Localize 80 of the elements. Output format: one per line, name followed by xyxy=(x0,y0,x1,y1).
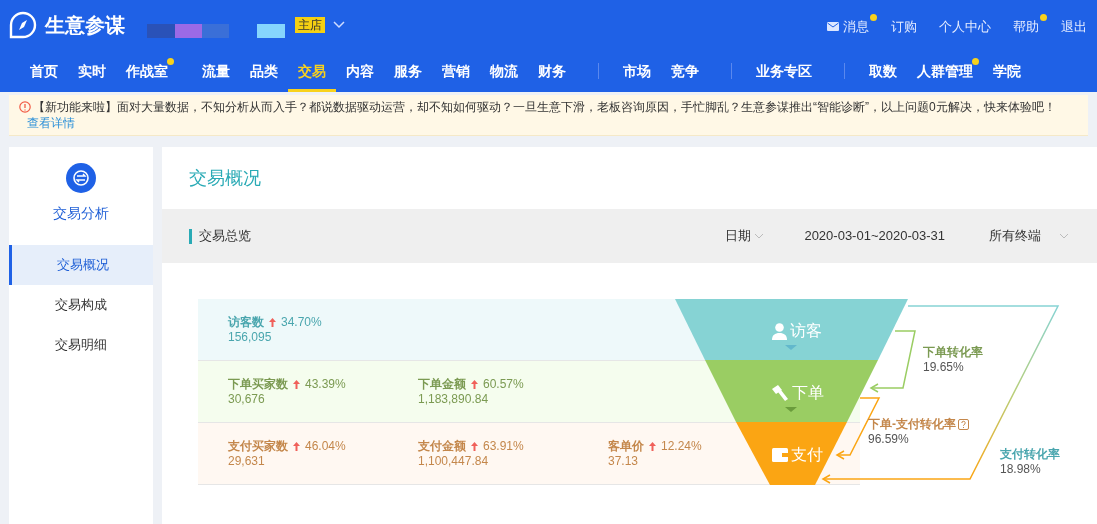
metric-value: 156,095 xyxy=(228,329,272,345)
metric-label: 支付买家数 xyxy=(228,438,288,454)
up-arrow-icon xyxy=(471,441,478,451)
page-title: 交易概况 xyxy=(189,166,261,190)
nav-tab[interactable]: 财务 xyxy=(528,50,576,92)
up-arrow-icon xyxy=(269,317,276,327)
exchange-icon xyxy=(66,163,96,193)
change-value: 43.39% xyxy=(305,376,346,392)
nav-tab[interactable]: 内容 xyxy=(336,50,384,92)
top-link[interactable]: 个人中心 xyxy=(939,13,999,37)
sidebar-item[interactable]: 交易明细 xyxy=(9,325,153,365)
funnel-stage-label: 访客 xyxy=(790,321,822,341)
nav-tab[interactable]: 营销 xyxy=(432,50,480,92)
down-triangle-icon xyxy=(785,345,797,350)
up-arrow-icon xyxy=(293,441,300,451)
metric-label: 支付金额 xyxy=(418,438,466,454)
metric-value: 30,676 xyxy=(228,391,265,407)
change-value: 12.24% xyxy=(661,438,702,454)
change-value: 34.70% xyxy=(281,314,322,330)
nav-tab[interactable]: 市场 xyxy=(613,50,661,92)
metric-label: 下单金额 xyxy=(418,376,466,392)
up-arrow-icon xyxy=(471,379,478,389)
down-triangle-icon xyxy=(785,407,797,412)
summary-title: 交易总览 xyxy=(199,227,251,246)
nav-tab[interactable]: 学院 xyxy=(983,50,1031,92)
metric-value: 37.13 xyxy=(608,453,639,469)
change-value: 63.91% xyxy=(483,438,524,454)
nav-tab[interactable]: 物流 xyxy=(480,50,528,92)
person-icon xyxy=(772,322,787,340)
view-details-link[interactable]: 查看详情 xyxy=(27,116,75,130)
metric-label: 访客数 xyxy=(228,314,264,330)
rate-label: 支付转化率 xyxy=(1000,447,1060,462)
top-link[interactable]: 消息 xyxy=(827,13,877,37)
store-badge: 主店 xyxy=(295,17,325,33)
change-value: 46.04% xyxy=(305,438,346,454)
metric-value: 1,183,890.84 xyxy=(418,391,489,407)
up-arrow-icon xyxy=(293,379,300,389)
nav-tab[interactable]: 人群管理 xyxy=(907,50,983,92)
nav-tab[interactable]: 竞争 xyxy=(661,50,709,92)
warning-icon xyxy=(19,101,31,113)
nav-tab[interactable]: 品类 xyxy=(240,50,288,92)
date-dropdown[interactable]: 日期 xyxy=(725,226,765,246)
funnel-stage-label: 下单 xyxy=(791,383,824,403)
logo-text: 生意参谋 xyxy=(45,13,125,38)
help-icon[interactable] xyxy=(958,419,969,430)
nav-tab[interactable]: 实时 xyxy=(68,50,116,92)
mail-icon xyxy=(827,22,839,31)
chevron-down-icon xyxy=(754,233,765,239)
metric-label: 客单价 xyxy=(608,438,644,454)
rate-value: 18.98% xyxy=(1000,462,1042,477)
rate-label: 下单-支付转化率 xyxy=(868,417,956,432)
funnel-stage-label: 支付 xyxy=(790,445,823,465)
notice-text: 【新功能来啦】面对大量数据，不知分析从而入手？都说数据驱动运营，却不知如何驱动？一旦生意下滑，老板咨询原因，手忙脚乱？生意参谋推出“智能诊断”，以上问题0元解决，快来体验吧！ 查看详情 xyxy=(19,99,1078,131)
up-arrow-icon xyxy=(649,441,656,451)
rate-value: 19.65% xyxy=(923,360,965,375)
nav-tab[interactable]: 首页 xyxy=(20,50,68,92)
rate-label: 下单转化率 xyxy=(923,345,983,360)
metric-label: 下单买家数 xyxy=(228,376,288,392)
nav-tab[interactable]: 业务专区 xyxy=(746,50,822,92)
sidebar-title: 交易分析 xyxy=(53,204,109,223)
sidebar-item[interactable]: 交易概况 xyxy=(9,245,153,285)
nav-tab[interactable]: 交易 xyxy=(288,50,336,92)
terminal-dropdown[interactable]: 所有终端 xyxy=(989,226,1069,246)
compass-logo-icon xyxy=(9,11,37,39)
nav-tab[interactable]: 服务 xyxy=(384,50,432,92)
top-link[interactable]: 退出 xyxy=(1061,13,1095,37)
hammer-icon xyxy=(770,384,789,402)
nav-tab[interactable]: 流量 xyxy=(192,50,240,92)
nav-tab[interactable]: 作战室 xyxy=(116,50,178,92)
chevron-down-icon xyxy=(1059,233,1069,239)
nav-tab[interactable]: 取数 xyxy=(859,50,907,92)
top-link[interactable]: 订购 xyxy=(891,13,925,37)
chevron-down-icon[interactable] xyxy=(333,21,345,29)
metric-value: 29,631 xyxy=(228,453,265,469)
metric-value: 1,100,447.84 xyxy=(418,453,489,469)
change-value: 60.57% xyxy=(483,376,524,392)
sidebar-item[interactable]: 交易构成 xyxy=(9,285,153,325)
top-link[interactable]: 帮助 xyxy=(1013,13,1047,37)
date-range: 2020-03-01~2020-03-31 xyxy=(804,227,945,246)
rate-value: 96.59% xyxy=(868,432,910,447)
